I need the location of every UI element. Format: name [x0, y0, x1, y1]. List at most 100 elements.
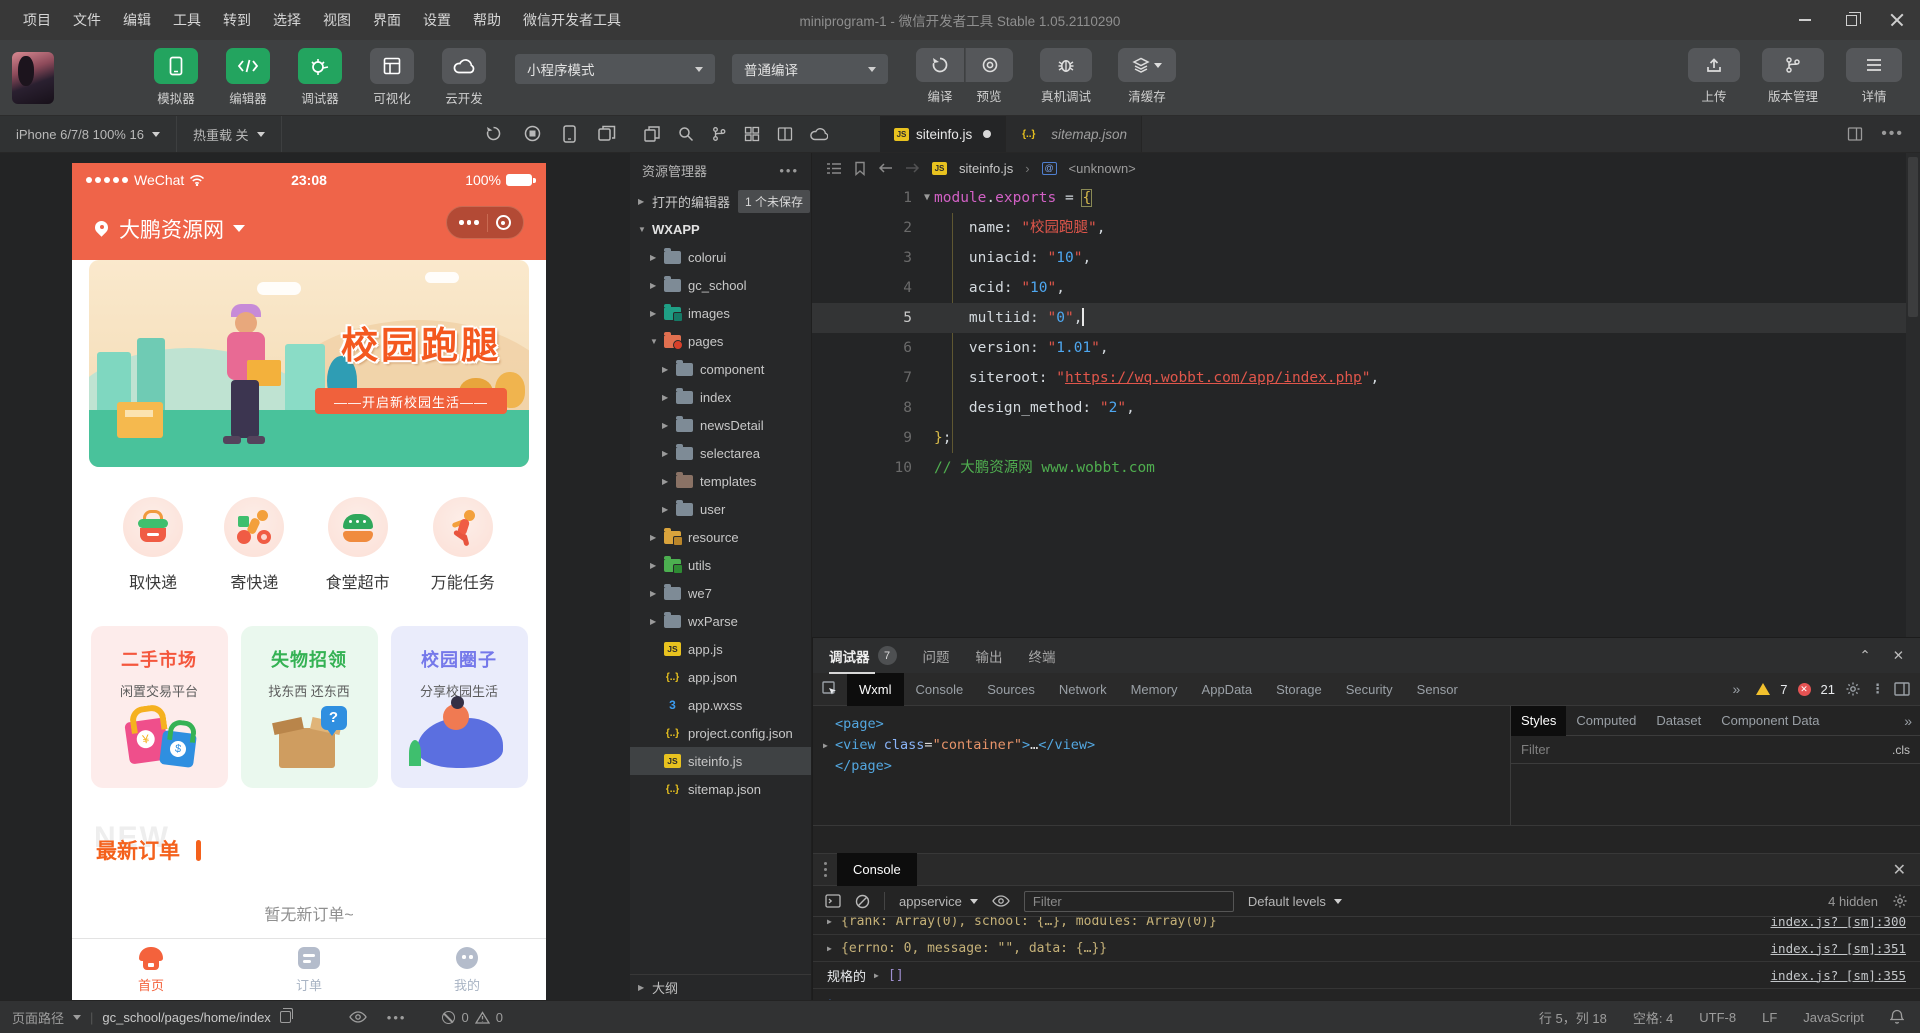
menu-item[interactable]: 视图: [314, 6, 360, 34]
code-line-3[interactable]: 3 uniacid: "10",: [812, 243, 1920, 273]
settings-gear-icon[interactable]: [1845, 681, 1861, 697]
menu-item[interactable]: 文件: [64, 6, 110, 34]
code-line-9[interactable]: 9};: [812, 423, 1920, 453]
devtools-tab-Network[interactable]: Network: [1047, 673, 1119, 706]
grid-item-取快递[interactable]: 取快递: [123, 485, 183, 615]
code-line-8[interactable]: 8 design_method: "2",: [812, 393, 1920, 423]
bookmark-icon[interactable]: [854, 161, 866, 176]
refresh-icon[interactable]: [485, 125, 502, 142]
console-sidebar-icon[interactable]: [825, 894, 841, 908]
status-item[interactable]: 空格: 4: [1633, 1008, 1673, 1027]
devtools-tab-Security[interactable]: Security: [1334, 673, 1405, 706]
preview-button[interactable]: 预览: [965, 48, 1013, 105]
code-line-5[interactable]: 5 multiid: "0",: [812, 303, 1920, 333]
console-filter-input[interactable]: Filter: [1024, 891, 1234, 912]
tabs-overflow-icon[interactable]: »: [1727, 681, 1747, 697]
cls-button[interactable]: .cls: [1882, 743, 1920, 757]
inspect-element-icon[interactable]: [813, 681, 847, 697]
page-path-label[interactable]: 页面路径: [12, 1008, 64, 1027]
visual-button[interactable]: 可视化: [368, 48, 416, 107]
compile-mode-select[interactable]: 普通编译: [732, 54, 888, 84]
clear-cache-button[interactable]: 清缓存: [1118, 48, 1176, 105]
extensions-icon[interactable]: [744, 126, 760, 142]
tabbar-item-订单[interactable]: 订单: [230, 939, 388, 1000]
tree-item-siteinfo.js[interactable]: JSsiteinfo.js: [630, 747, 811, 775]
styles-tab-Dataset[interactable]: Dataset: [1646, 706, 1711, 736]
close-button[interactable]: [1874, 0, 1920, 40]
log-levels-select[interactable]: Default levels: [1248, 894, 1342, 909]
explorer-more-icon[interactable]: •••: [779, 163, 799, 178]
wxml-node[interactable]: </page>: [823, 756, 1510, 777]
hot-reload-toggle[interactable]: 热重载 关: [177, 116, 282, 152]
menu-item[interactable]: 转到: [214, 6, 260, 34]
styles-overflow-icon[interactable]: »: [1898, 713, 1920, 729]
console-source-link[interactable]: index.js? [sm]:351: [1771, 941, 1920, 956]
campus-banner[interactable]: 校园跑腿 ——开启新校园生活——: [89, 260, 529, 467]
expand-arrow-icon[interactable]: ▶: [827, 917, 841, 926]
styles-filter-input[interactable]: Filter: [1511, 742, 1882, 757]
version-control-button[interactable]: 版本管理: [1762, 48, 1824, 105]
tabbar-item-首页[interactable]: 首页: [72, 939, 230, 1000]
mode-select[interactable]: 小程序模式: [515, 54, 715, 84]
search-icon[interactable]: [678, 126, 694, 142]
tree-item-colorui[interactable]: ▶colorui: [630, 243, 811, 271]
stop-icon[interactable]: [524, 125, 541, 142]
status-item[interactable]: LF: [1762, 1010, 1777, 1025]
tree-item-sitemap.json[interactable]: {..}sitemap.json: [630, 775, 811, 803]
details-button[interactable]: 详情: [1846, 48, 1902, 105]
console-tab[interactable]: Console: [837, 853, 917, 886]
more-icon[interactable]: •••: [387, 1010, 407, 1025]
panel-tab-问题[interactable]: 问题: [923, 646, 950, 666]
tree-item-wxParse[interactable]: ▶wxParse: [630, 607, 811, 635]
tree-item-we7[interactable]: ▶we7: [630, 579, 811, 607]
devtools-more-icon[interactable]: ⋮: [1871, 681, 1884, 697]
split-editor-icon[interactable]: [1847, 126, 1863, 142]
styles-tab-Computed[interactable]: Computed: [1566, 706, 1646, 736]
styles-tab-Component Data[interactable]: Component Data: [1711, 706, 1829, 736]
device-icon[interactable]: [563, 125, 576, 143]
status-item[interactable]: 行 5，列 18: [1539, 1008, 1607, 1027]
eye-icon[interactable]: [992, 895, 1010, 907]
upload-button[interactable]: 上传: [1688, 48, 1740, 105]
code-line-7[interactable]: 7 siteroot: "https://wq.wobbt.com/app/in…: [812, 363, 1920, 393]
tree-item-index[interactable]: ▶index: [630, 383, 811, 411]
code-line-10[interactable]: 10// 大鹏资源网 www.wobbt.com: [812, 453, 1920, 483]
app-title[interactable]: 大鹏资源网: [119, 214, 224, 244]
capsule-menu[interactable]: [446, 206, 524, 239]
close-console-icon[interactable]: ✕: [1893, 860, 1920, 880]
outline-section[interactable]: ▶大纲: [630, 974, 812, 1000]
grid-item-万能任务[interactable]: 万能任务: [431, 485, 495, 615]
grid-item-寄快递[interactable]: 寄快递: [224, 485, 284, 615]
page-path[interactable]: gc_school/pages/home/index: [102, 1010, 270, 1025]
clear-console-icon[interactable]: [855, 894, 870, 909]
eye-icon[interactable]: [349, 1011, 367, 1023]
grid-item-食堂超市[interactable]: 食堂超市: [326, 485, 390, 615]
tree-item-pages[interactable]: ▼pages: [630, 327, 811, 355]
tree-item-app.js[interactable]: JSapp.js: [630, 635, 811, 663]
wxml-node[interactable]: ▶<view class="container">…</view>: [823, 735, 1510, 756]
tree-item-resource[interactable]: ▶resource: [630, 523, 811, 551]
close-panel-icon[interactable]: ✕: [1893, 648, 1904, 664]
tree-item-newsDetail[interactable]: ▶newsDetail: [630, 411, 811, 439]
hidden-count[interactable]: 4 hidden: [1828, 894, 1878, 909]
editor-tab-siteinfo.js[interactable]: JSsiteinfo.js: [880, 116, 1006, 152]
real-device-debug-button[interactable]: 真机调试: [1040, 48, 1092, 105]
avatar[interactable]: [12, 52, 54, 104]
styles-tab-Styles[interactable]: Styles: [1511, 706, 1566, 736]
tree-item-project.config.json[interactable]: {..}project.config.json: [630, 719, 811, 747]
simulator-button[interactable]: 模拟器: [152, 48, 200, 107]
dock-side-icon[interactable]: [1894, 682, 1910, 696]
panel-tab-调试器[interactable]: 调试器7: [829, 646, 897, 666]
phone-screen[interactable]: WeChat 23:08 100% 大鹏资源网: [72, 163, 546, 1000]
menu-item[interactable]: 界面: [364, 6, 410, 34]
console-settings-icon[interactable]: [1892, 893, 1908, 909]
error-count[interactable]: 21: [1821, 682, 1835, 697]
forward-icon[interactable]: [905, 162, 920, 174]
menu-item[interactable]: 选择: [264, 6, 310, 34]
more-actions-icon[interactable]: •••: [1881, 125, 1904, 143]
menu-item[interactable]: 项目: [14, 6, 60, 34]
code-line-2[interactable]: 2 name: "校园跑腿",: [812, 213, 1920, 243]
code-line-6[interactable]: 6 version: "1.01",: [812, 333, 1920, 363]
menu-item[interactable]: 微信开发者工具: [514, 6, 630, 34]
tree-item-gc_school[interactable]: ▶gc_school: [630, 271, 811, 299]
